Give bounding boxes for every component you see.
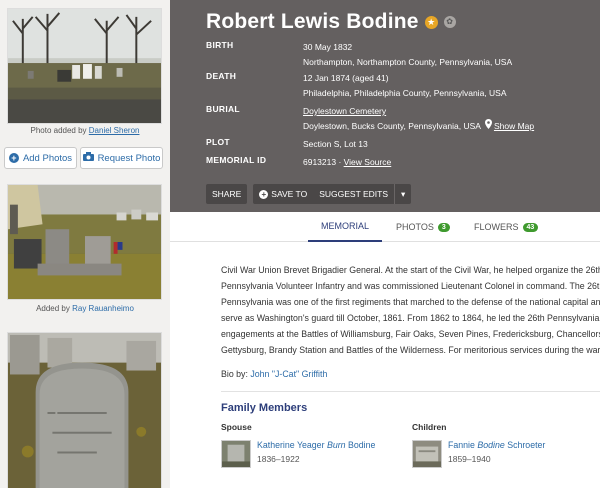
share-button[interactable]: SHARE bbox=[206, 184, 248, 204]
memorial-content: Civil War Union Brevet Brigadier General… bbox=[170, 242, 600, 488]
spouse-first-name: Katherine Yeager bbox=[257, 440, 325, 450]
photos-count-badge: 3 bbox=[437, 222, 450, 232]
tab-photos[interactable]: PHOTOS 3 bbox=[396, 212, 450, 242]
photo-caption: Added by Ray Rauanheimo bbox=[0, 304, 170, 313]
tab-memorial-label: MEMORIAL bbox=[320, 221, 369, 231]
burial-location: Doylestown, Bucks County, Pennsylvania, … bbox=[303, 119, 534, 134]
child-middle-name: Bodine bbox=[477, 440, 505, 450]
child-thumbnail-image bbox=[413, 441, 441, 467]
spouse-link[interactable]: Katherine Yeager Burn Bodine bbox=[257, 440, 375, 450]
caption-text: Added by bbox=[36, 304, 70, 313]
photo-contributor-link[interactable]: Ray Rauanheimo bbox=[72, 304, 134, 313]
memorial-id-value: 6913213 bbox=[303, 157, 337, 167]
bio-author-link[interactable]: John "J-Cat" Griffith bbox=[250, 369, 327, 379]
request-photo-button[interactable]: Request Photo bbox=[80, 147, 163, 169]
biography-text: Civil War Union Brevet Brigadier General… bbox=[221, 265, 600, 355]
child-dates: 1859–1940 bbox=[448, 454, 491, 464]
child-thumbnail[interactable] bbox=[412, 440, 442, 468]
plus-icon: + bbox=[259, 189, 269, 199]
photo-column: Photo added by Daniel Sheron + Add Photo… bbox=[0, 0, 170, 488]
memorial-actions: SHARE + SAVE TO SUGGEST EDITS ▾ bbox=[206, 184, 412, 204]
bio-by-label: Bio by: bbox=[221, 369, 248, 379]
headstone-closeup-image bbox=[8, 333, 161, 488]
spouse-heading: Spouse bbox=[221, 422, 252, 432]
death-place: Philadelphia, Philadelphia County, Penns… bbox=[303, 88, 507, 98]
headstone-closeup-photo[interactable] bbox=[7, 332, 162, 488]
plot-value: Section S, Lot 13 bbox=[303, 139, 368, 149]
birth-label: BIRTH bbox=[206, 40, 234, 50]
plot-label: PLOT bbox=[206, 137, 230, 147]
death-date: 12 Jan 1874 (aged 41) bbox=[303, 73, 389, 83]
memorial-id-line: 6913213 · View Source bbox=[303, 157, 392, 167]
spouse-last-name: Bodine bbox=[348, 440, 376, 450]
caption-text: Photo added by bbox=[30, 126, 87, 135]
caret-down-icon: ▾ bbox=[401, 188, 406, 199]
photo-contributor-link[interactable]: Daniel Sheron bbox=[89, 126, 140, 135]
suggest-edits-button[interactable]: SUGGEST EDITS bbox=[313, 184, 394, 204]
birth-date: 30 May 1832 bbox=[303, 42, 353, 52]
spouse-dates: 1836–1922 bbox=[257, 454, 300, 464]
save-to-button[interactable]: + SAVE TO bbox=[253, 184, 313, 204]
child-first-name: Fannie bbox=[448, 440, 475, 450]
request-photo-label: Request Photo bbox=[97, 152, 161, 164]
family-members-heading: Family Members bbox=[221, 402, 308, 414]
flower-icon[interactable]: ✿ bbox=[443, 16, 456, 28]
camera-icon bbox=[82, 152, 94, 164]
spouse-thumbnail[interactable] bbox=[221, 440, 251, 468]
tab-photos-label: PHOTOS bbox=[396, 222, 434, 232]
burial-place: Doylestown, Bucks County, Pennsylvania, … bbox=[303, 121, 481, 131]
tab-memorial[interactable]: MEMORIAL bbox=[308, 212, 382, 242]
gravestone-photo-image bbox=[8, 185, 161, 299]
birth-place: Northampton, Northampton County, Pennsyl… bbox=[303, 57, 513, 67]
spouse-thumbnail-image bbox=[222, 441, 250, 467]
memorial-id-label: MEMORIAL ID bbox=[206, 155, 267, 165]
tab-flowers-label: FLOWERS bbox=[474, 222, 519, 232]
memorial-header: Robert Lewis Bodine ★ ✿ BIRTH 30 May 183… bbox=[170, 0, 600, 212]
cemetery-link[interactable]: Doylestown Cemetery bbox=[303, 104, 534, 119]
gravestone-photo[interactable] bbox=[7, 184, 162, 300]
photo-caption: Photo added by Daniel Sheron bbox=[0, 126, 170, 135]
memorial-tabs: MEMORIAL PHOTOS 3 FLOWERS 43 bbox=[170, 212, 600, 242]
add-photos-label: Add Photos bbox=[22, 152, 73, 164]
biography: Civil War Union Brevet Brigadier General… bbox=[221, 262, 600, 358]
cemetery-photo-image bbox=[8, 9, 161, 123]
child-last-name: Schroeter bbox=[507, 440, 546, 450]
cemetery-photo[interactable] bbox=[7, 8, 162, 124]
more-actions-dropdown[interactable]: ▾ bbox=[395, 184, 411, 204]
flowers-count-badge: 43 bbox=[522, 222, 539, 232]
death-label: DEATH bbox=[206, 71, 237, 81]
memorial-name: Robert Lewis Bodine bbox=[206, 10, 419, 33]
add-photos-button[interactable]: + Add Photos bbox=[4, 147, 77, 169]
child-link[interactable]: Fannie Bodine Schroeter bbox=[448, 440, 545, 450]
famous-star-icon[interactable]: ★ bbox=[424, 15, 438, 29]
view-source-link[interactable]: View Source bbox=[344, 157, 392, 167]
map-pin-icon bbox=[484, 119, 492, 134]
bio-credit: Bio by: John "J-Cat" Griffith bbox=[221, 369, 327, 379]
memorial-name-row: Robert Lewis Bodine ★ ✿ bbox=[206, 10, 456, 34]
show-map-link[interactable]: Show Map bbox=[494, 121, 534, 131]
children-heading: Children bbox=[412, 422, 447, 432]
action-button-group: + SAVE TO SUGGEST EDITS ▾ bbox=[253, 184, 412, 204]
burial-label: BURIAL bbox=[206, 104, 240, 114]
plus-icon: + bbox=[8, 153, 19, 163]
tab-flowers[interactable]: FLOWERS 43 bbox=[474, 212, 539, 242]
save-to-label: SAVE TO bbox=[271, 189, 308, 199]
divider bbox=[221, 391, 600, 392]
spouse-maiden-name: Burn bbox=[326, 440, 346, 450]
